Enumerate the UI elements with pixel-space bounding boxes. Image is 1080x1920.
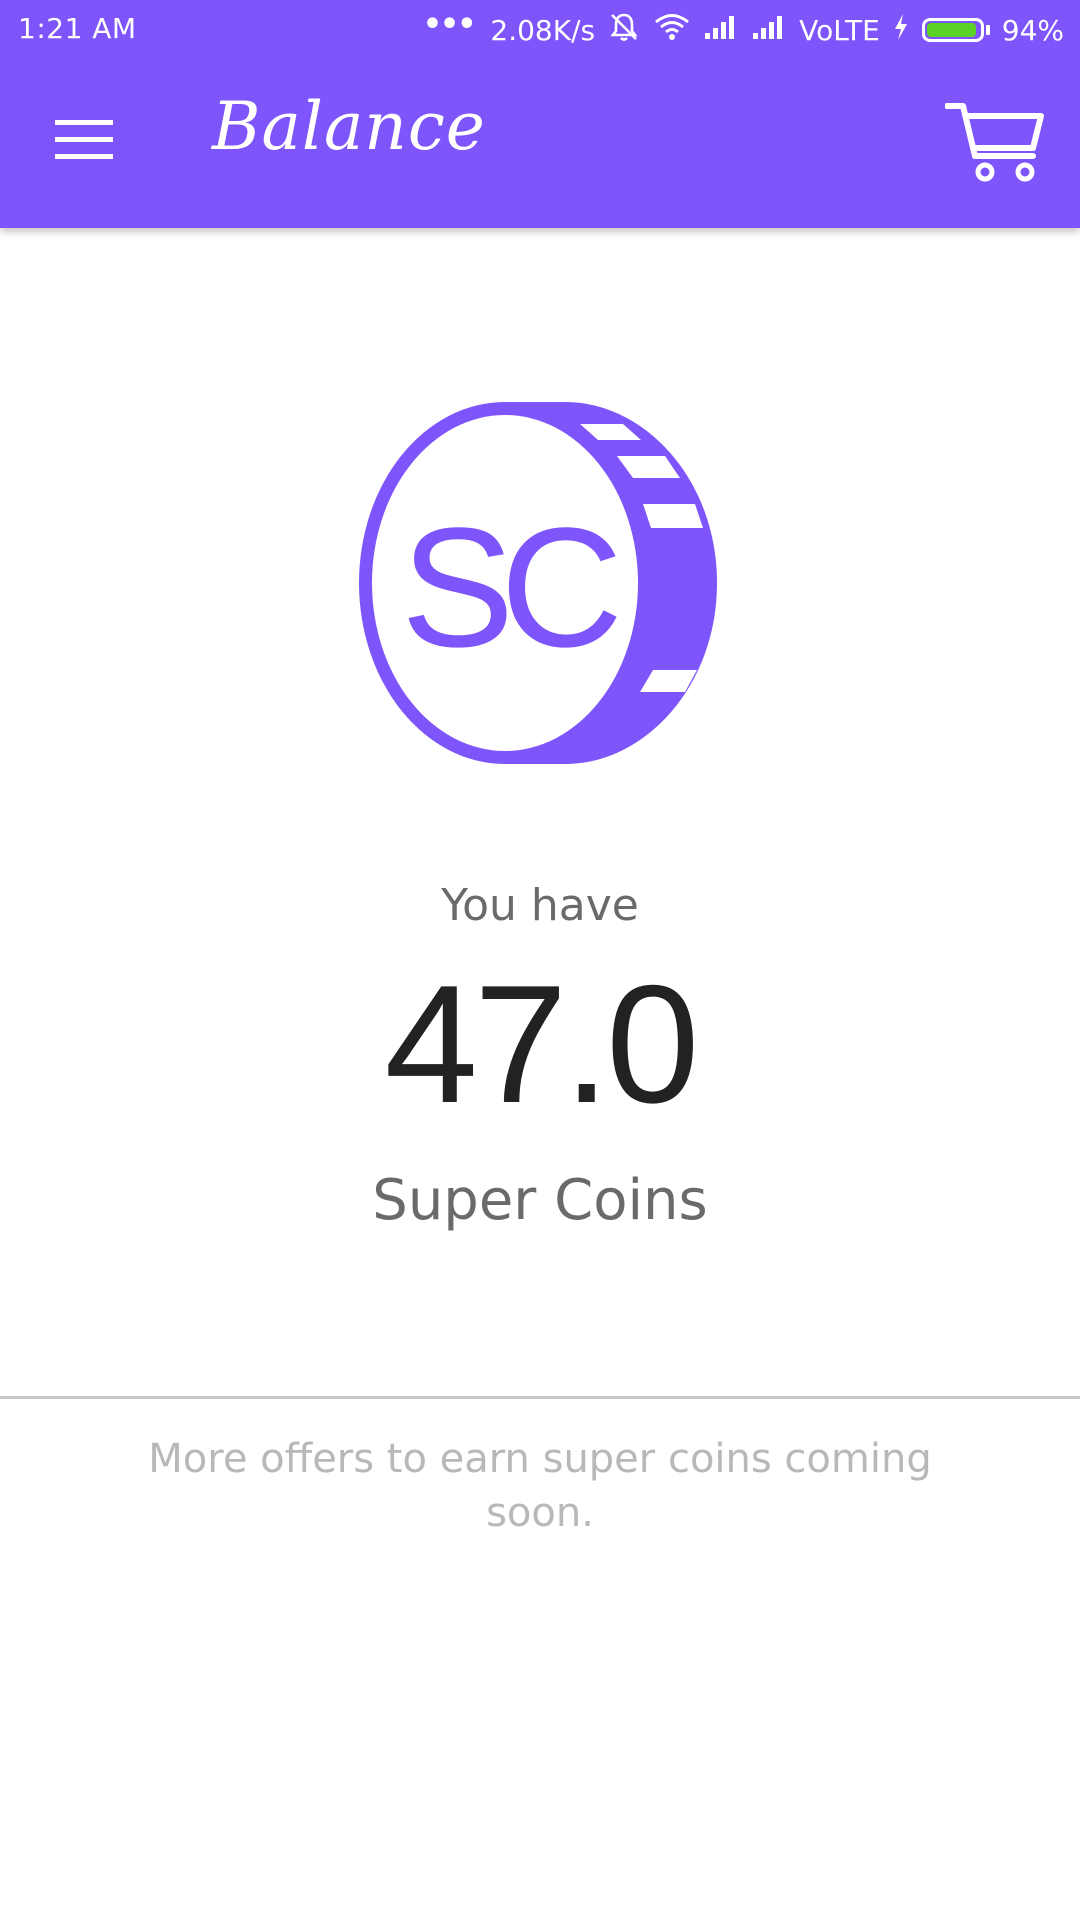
status-bar: 1:21 AM ••• 2.08K/s VoLTE 94% [0,0,1080,60]
app-header: 1:21 AM ••• 2.08K/s VoLTE 94% Balance [0,0,1080,228]
offers-note: More offers to earn super coins coming s… [148,1436,932,1536]
status-indicators: ••• 2.08K/s VoLTE 94% [422,6,1064,51]
battery-tip [985,25,990,35]
signal-strength-icon-1 [703,13,739,48]
shopping-cart-icon [944,100,1045,188]
balance-amount: 47.0 [384,950,700,1138]
carrier-label: VoLTE [799,13,880,47]
silent-bell-icon [607,10,641,51]
signal-strength-icon-2 [751,13,787,48]
hamburger-menu-icon [55,118,113,166]
divider [0,1396,1080,1399]
battery-percent: 94% [1001,13,1064,47]
app-bar: Balance [0,60,1080,228]
battery-icon [921,18,990,42]
super-coin-logo-icon: SC [355,398,725,768]
status-time: 1:21 AM [18,12,137,45]
page-title: Balance [212,88,486,165]
wifi-icon [653,11,691,50]
charging-bolt-icon [892,12,910,49]
balance-intro: You have [441,880,639,931]
battery-body [921,18,984,42]
logo-text: SC [401,493,617,683]
cart-button[interactable] [940,94,1050,194]
balance-screen: 1:21 AM ••• 2.08K/s VoLTE 94% Balance SC… [0,0,1080,1920]
battery-level-fill [926,23,976,37]
currency-label: Super Coins [372,1168,708,1233]
menu-button[interactable] [40,106,128,178]
network-speed: 2.08K/s [490,13,596,47]
more-notifications-icon: ••• [422,6,477,42]
